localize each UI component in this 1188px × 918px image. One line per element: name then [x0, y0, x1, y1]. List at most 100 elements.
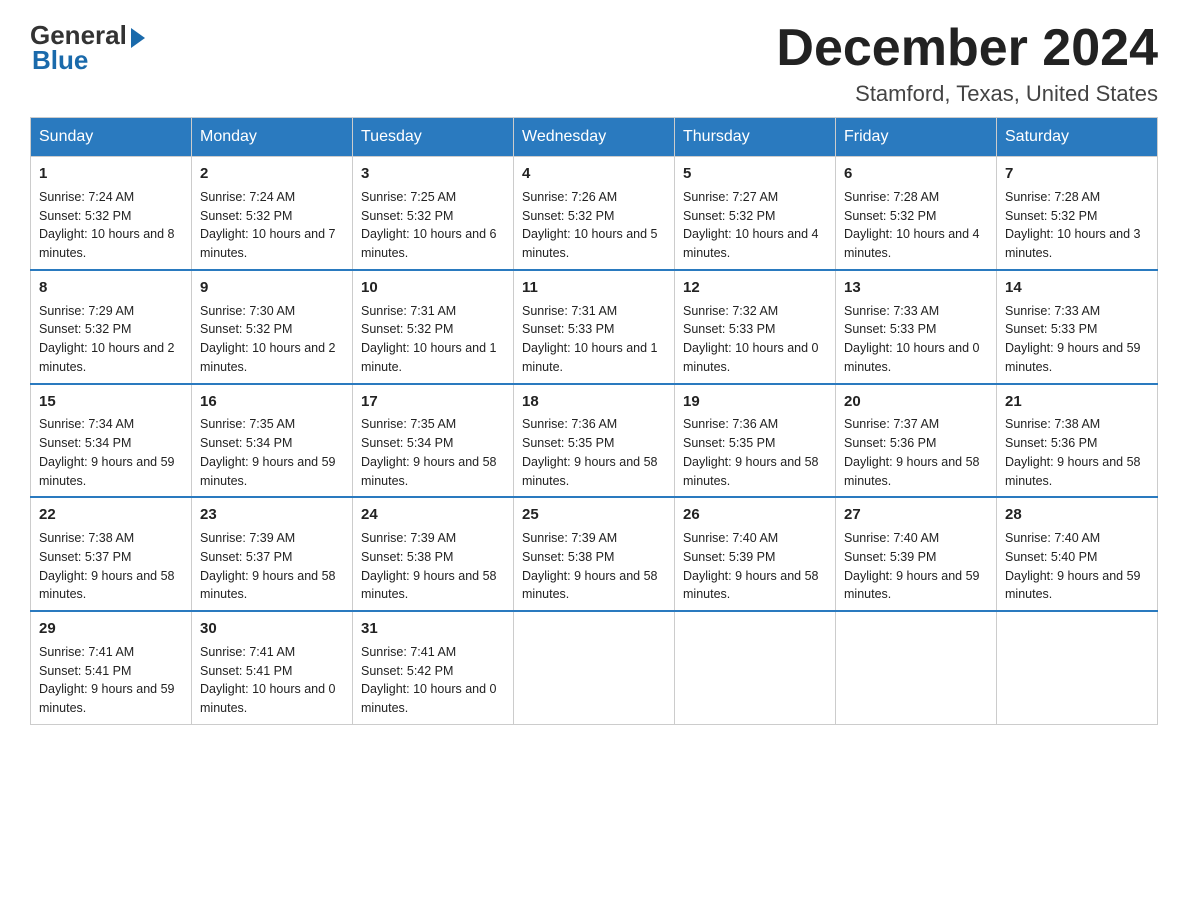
- day-info: Sunrise: 7:41 AMSunset: 5:41 PMDaylight:…: [39, 643, 183, 718]
- logo-arrow-icon: [131, 28, 145, 48]
- day-info: Sunrise: 7:35 AMSunset: 5:34 PMDaylight:…: [361, 415, 505, 490]
- calendar-day-cell: 11 Sunrise: 7:31 AMSunset: 5:33 PMDaylig…: [514, 270, 675, 384]
- day-info: Sunrise: 7:24 AMSunset: 5:32 PMDaylight:…: [39, 188, 183, 263]
- day-info: Sunrise: 7:40 AMSunset: 5:40 PMDaylight:…: [1005, 529, 1149, 604]
- day-info: Sunrise: 7:38 AMSunset: 5:37 PMDaylight:…: [39, 529, 183, 604]
- day-info: Sunrise: 7:26 AMSunset: 5:32 PMDaylight:…: [522, 188, 666, 263]
- day-number: 12: [683, 277, 827, 299]
- calendar-week-row: 29 Sunrise: 7:41 AMSunset: 5:41 PMDaylig…: [31, 611, 1158, 724]
- calendar-day-cell: 22 Sunrise: 7:38 AMSunset: 5:37 PMDaylig…: [31, 497, 192, 611]
- calendar-day-cell: 23 Sunrise: 7:39 AMSunset: 5:37 PMDaylig…: [192, 497, 353, 611]
- calendar-day-cell: 9 Sunrise: 7:30 AMSunset: 5:32 PMDayligh…: [192, 270, 353, 384]
- day-number: 27: [844, 504, 988, 526]
- calendar-day-cell: 16 Sunrise: 7:35 AMSunset: 5:34 PMDaylig…: [192, 384, 353, 498]
- calendar-day-cell: 28 Sunrise: 7:40 AMSunset: 5:40 PMDaylig…: [997, 497, 1158, 611]
- day-number: 2: [200, 163, 344, 185]
- calendar-day-cell: 31 Sunrise: 7:41 AMSunset: 5:42 PMDaylig…: [353, 611, 514, 724]
- day-info: Sunrise: 7:30 AMSunset: 5:32 PMDaylight:…: [200, 302, 344, 377]
- day-number: 17: [361, 391, 505, 413]
- calendar-day-cell: 1 Sunrise: 7:24 AMSunset: 5:32 PMDayligh…: [31, 157, 192, 270]
- calendar-day-cell: 19 Sunrise: 7:36 AMSunset: 5:35 PMDaylig…: [675, 384, 836, 498]
- day-info: Sunrise: 7:28 AMSunset: 5:32 PMDaylight:…: [1005, 188, 1149, 263]
- page-header: General Blue December 2024 Stamford, Tex…: [30, 20, 1158, 107]
- day-number: 31: [361, 618, 505, 640]
- calendar-week-row: 15 Sunrise: 7:34 AMSunset: 5:34 PMDaylig…: [31, 384, 1158, 498]
- day-of-week-header: Friday: [836, 118, 997, 157]
- day-of-week-header: Wednesday: [514, 118, 675, 157]
- calendar-day-cell: 24 Sunrise: 7:39 AMSunset: 5:38 PMDaylig…: [353, 497, 514, 611]
- day-number: 6: [844, 163, 988, 185]
- calendar-day-cell: 20 Sunrise: 7:37 AMSunset: 5:36 PMDaylig…: [836, 384, 997, 498]
- day-info: Sunrise: 7:39 AMSunset: 5:38 PMDaylight:…: [522, 529, 666, 604]
- day-number: 16: [200, 391, 344, 413]
- logo-blue-text: Blue: [32, 45, 88, 76]
- calendar-day-cell: 15 Sunrise: 7:34 AMSunset: 5:34 PMDaylig…: [31, 384, 192, 498]
- day-info: Sunrise: 7:41 AMSunset: 5:41 PMDaylight:…: [200, 643, 344, 718]
- day-info: Sunrise: 7:28 AMSunset: 5:32 PMDaylight:…: [844, 188, 988, 263]
- calendar-day-cell: [514, 611, 675, 724]
- calendar-header-row: SundayMondayTuesdayWednesdayThursdayFrid…: [31, 118, 1158, 157]
- day-number: 15: [39, 391, 183, 413]
- day-of-week-header: Saturday: [997, 118, 1158, 157]
- day-number: 5: [683, 163, 827, 185]
- calendar-day-cell: 2 Sunrise: 7:24 AMSunset: 5:32 PMDayligh…: [192, 157, 353, 270]
- day-number: 8: [39, 277, 183, 299]
- calendar-day-cell: [675, 611, 836, 724]
- day-number: 14: [1005, 277, 1149, 299]
- day-of-week-header: Sunday: [31, 118, 192, 157]
- day-number: 25: [522, 504, 666, 526]
- day-info: Sunrise: 7:36 AMSunset: 5:35 PMDaylight:…: [683, 415, 827, 490]
- day-info: Sunrise: 7:40 AMSunset: 5:39 PMDaylight:…: [844, 529, 988, 604]
- day-number: 22: [39, 504, 183, 526]
- day-number: 1: [39, 163, 183, 185]
- logo: General Blue: [30, 20, 145, 76]
- day-info: Sunrise: 7:24 AMSunset: 5:32 PMDaylight:…: [200, 188, 344, 263]
- day-number: 10: [361, 277, 505, 299]
- day-of-week-header: Tuesday: [353, 118, 514, 157]
- day-number: 23: [200, 504, 344, 526]
- day-number: 20: [844, 391, 988, 413]
- day-of-week-header: Thursday: [675, 118, 836, 157]
- day-of-week-header: Monday: [192, 118, 353, 157]
- day-number: 30: [200, 618, 344, 640]
- calendar-day-cell: 18 Sunrise: 7:36 AMSunset: 5:35 PMDaylig…: [514, 384, 675, 498]
- calendar-day-cell: 13 Sunrise: 7:33 AMSunset: 5:33 PMDaylig…: [836, 270, 997, 384]
- calendar-week-row: 8 Sunrise: 7:29 AMSunset: 5:32 PMDayligh…: [31, 270, 1158, 384]
- day-number: 9: [200, 277, 344, 299]
- calendar-day-cell: 21 Sunrise: 7:38 AMSunset: 5:36 PMDaylig…: [997, 384, 1158, 498]
- day-info: Sunrise: 7:33 AMSunset: 5:33 PMDaylight:…: [1005, 302, 1149, 377]
- day-info: Sunrise: 7:34 AMSunset: 5:34 PMDaylight:…: [39, 415, 183, 490]
- calendar-day-cell: 17 Sunrise: 7:35 AMSunset: 5:34 PMDaylig…: [353, 384, 514, 498]
- calendar-day-cell: 6 Sunrise: 7:28 AMSunset: 5:32 PMDayligh…: [836, 157, 997, 270]
- calendar-day-cell: [836, 611, 997, 724]
- calendar-table: SundayMondayTuesdayWednesdayThursdayFrid…: [30, 117, 1158, 725]
- calendar-day-cell: 29 Sunrise: 7:41 AMSunset: 5:41 PMDaylig…: [31, 611, 192, 724]
- day-number: 18: [522, 391, 666, 413]
- calendar-day-cell: 10 Sunrise: 7:31 AMSunset: 5:32 PMDaylig…: [353, 270, 514, 384]
- day-number: 11: [522, 277, 666, 299]
- day-info: Sunrise: 7:31 AMSunset: 5:33 PMDaylight:…: [522, 302, 666, 377]
- day-info: Sunrise: 7:31 AMSunset: 5:32 PMDaylight:…: [361, 302, 505, 377]
- day-number: 24: [361, 504, 505, 526]
- calendar-day-cell: 5 Sunrise: 7:27 AMSunset: 5:32 PMDayligh…: [675, 157, 836, 270]
- day-number: 4: [522, 163, 666, 185]
- day-number: 21: [1005, 391, 1149, 413]
- day-info: Sunrise: 7:27 AMSunset: 5:32 PMDaylight:…: [683, 188, 827, 263]
- calendar-week-row: 22 Sunrise: 7:38 AMSunset: 5:37 PMDaylig…: [31, 497, 1158, 611]
- month-title: December 2024: [776, 20, 1158, 77]
- day-info: Sunrise: 7:32 AMSunset: 5:33 PMDaylight:…: [683, 302, 827, 377]
- day-info: Sunrise: 7:35 AMSunset: 5:34 PMDaylight:…: [200, 415, 344, 490]
- day-info: Sunrise: 7:41 AMSunset: 5:42 PMDaylight:…: [361, 643, 505, 718]
- day-info: Sunrise: 7:29 AMSunset: 5:32 PMDaylight:…: [39, 302, 183, 377]
- day-info: Sunrise: 7:39 AMSunset: 5:38 PMDaylight:…: [361, 529, 505, 604]
- calendar-day-cell: 30 Sunrise: 7:41 AMSunset: 5:41 PMDaylig…: [192, 611, 353, 724]
- day-info: Sunrise: 7:40 AMSunset: 5:39 PMDaylight:…: [683, 529, 827, 604]
- day-info: Sunrise: 7:37 AMSunset: 5:36 PMDaylight:…: [844, 415, 988, 490]
- day-info: Sunrise: 7:25 AMSunset: 5:32 PMDaylight:…: [361, 188, 505, 263]
- day-info: Sunrise: 7:39 AMSunset: 5:37 PMDaylight:…: [200, 529, 344, 604]
- day-number: 26: [683, 504, 827, 526]
- calendar-day-cell: 12 Sunrise: 7:32 AMSunset: 5:33 PMDaylig…: [675, 270, 836, 384]
- calendar-day-cell: 4 Sunrise: 7:26 AMSunset: 5:32 PMDayligh…: [514, 157, 675, 270]
- day-info: Sunrise: 7:38 AMSunset: 5:36 PMDaylight:…: [1005, 415, 1149, 490]
- calendar-day-cell: 27 Sunrise: 7:40 AMSunset: 5:39 PMDaylig…: [836, 497, 997, 611]
